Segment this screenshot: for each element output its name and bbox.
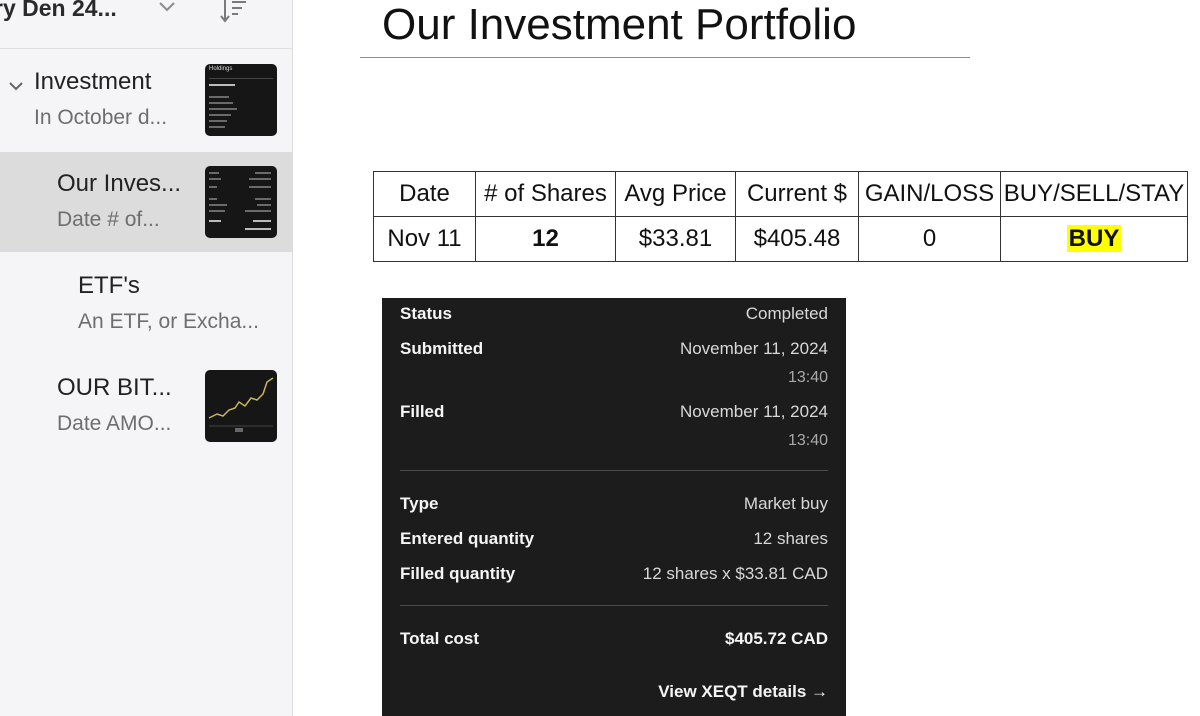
- note-title: OUR BIT...: [57, 374, 172, 401]
- header-action[interactable]: BUY/SELL/STAY: [1000, 171, 1188, 217]
- portfolio-table: Date # of Shares Avg Price Current $ GAI…: [373, 171, 1188, 262]
- type-label: Type: [400, 494, 439, 513]
- cell-gain-loss[interactable]: 0: [858, 216, 1001, 262]
- total-label: Total cost: [400, 629, 480, 648]
- action-highlight: BUY: [1066, 225, 1122, 252]
- note-thumbnail-chart: [205, 370, 277, 442]
- filled-time: 13:40: [787, 432, 828, 449]
- note-item-our-bitcoin[interactable]: OUR BIT... Date AMO...: [0, 356, 292, 456]
- note-item-investment[interactable]: Investment In October d... Holdings: [0, 50, 292, 150]
- chart-thumbnail-graphic: [208, 377, 274, 432]
- cell-date[interactable]: Nov 11: [373, 216, 476, 262]
- title-underline: [360, 57, 970, 58]
- sidebar-header: ry Den 24...: [0, 0, 292, 49]
- note-preview: In October d...: [34, 106, 168, 129]
- table-header-row: Date # of Shares Avg Price Current $ GAI…: [373, 171, 1188, 217]
- filled-qty-value: 12 shares x $33.81 CAD: [642, 564, 828, 583]
- note-item-our-investment[interactable]: Our Inves... Date # of...: [0, 152, 292, 252]
- note-item-etfs[interactable]: ETF's An ETF, or Excha...: [0, 254, 292, 354]
- note-preview: Date # of...: [57, 208, 160, 231]
- submitted-label: Submitted: [400, 339, 484, 358]
- table-row: Nov 11 12 $33.81 $405.48 0 BUY: [373, 216, 1188, 262]
- cell-action[interactable]: BUY: [1000, 216, 1188, 262]
- disclosure-chevron-icon[interactable]: [8, 78, 24, 94]
- document-title[interactable]: Our Investment Portfolio: [382, 0, 856, 50]
- order-receipt-image[interactable]: Status Completed Submitted November 11, …: [382, 298, 846, 716]
- receipt-divider: [400, 605, 828, 606]
- type-value: Market buy: [743, 494, 828, 513]
- note-title: Investment: [34, 68, 152, 95]
- header-avg-price[interactable]: Avg Price: [615, 171, 736, 217]
- filled-label: Filled: [400, 402, 445, 421]
- status-value: Completed: [745, 304, 828, 323]
- status-label: Status: [400, 304, 452, 323]
- note-title: ETF's: [78, 272, 140, 299]
- notes-sidebar: ry Den 24... Investment In October d... …: [0, 0, 293, 716]
- cell-avg-price[interactable]: $33.81: [615, 216, 736, 262]
- receipt-divider: [400, 470, 828, 471]
- entered-qty-label: Entered quantity: [400, 529, 535, 548]
- note-thumbnail-receipt: [205, 166, 277, 238]
- cell-shares[interactable]: 12: [475, 216, 616, 262]
- note-thumbnail-holdings: Holdings: [205, 64, 277, 136]
- total-value: $405.72 CAD: [724, 629, 828, 648]
- note-preview: An ETF, or Excha...: [78, 310, 259, 333]
- header-shares[interactable]: # of Shares: [475, 171, 616, 217]
- header-current[interactable]: Current $: [735, 171, 859, 217]
- header-gain-loss[interactable]: GAIN/LOSS: [858, 171, 1001, 217]
- entered-qty-value: 12 shares: [753, 529, 828, 548]
- folder-title[interactable]: ry Den 24...: [0, 0, 117, 22]
- header-date[interactable]: Date: [373, 171, 476, 217]
- cell-current[interactable]: $405.48: [735, 216, 859, 262]
- sort-icon[interactable]: [218, 0, 250, 26]
- note-preview: Date AMO...: [57, 412, 172, 435]
- chevron-down-icon[interactable]: [156, 0, 178, 18]
- filled-date: November 11, 2024: [679, 402, 828, 421]
- submitted-time: 13:40: [787, 369, 828, 386]
- submitted-date: November 11, 2024: [679, 339, 828, 358]
- filled-qty-label: Filled quantity: [400, 564, 516, 583]
- view-details-link[interactable]: View XEQT details →: [658, 682, 828, 702]
- note-title: Our Inves...: [57, 170, 182, 197]
- thumbnail-caption: Holdings: [209, 66, 233, 72]
